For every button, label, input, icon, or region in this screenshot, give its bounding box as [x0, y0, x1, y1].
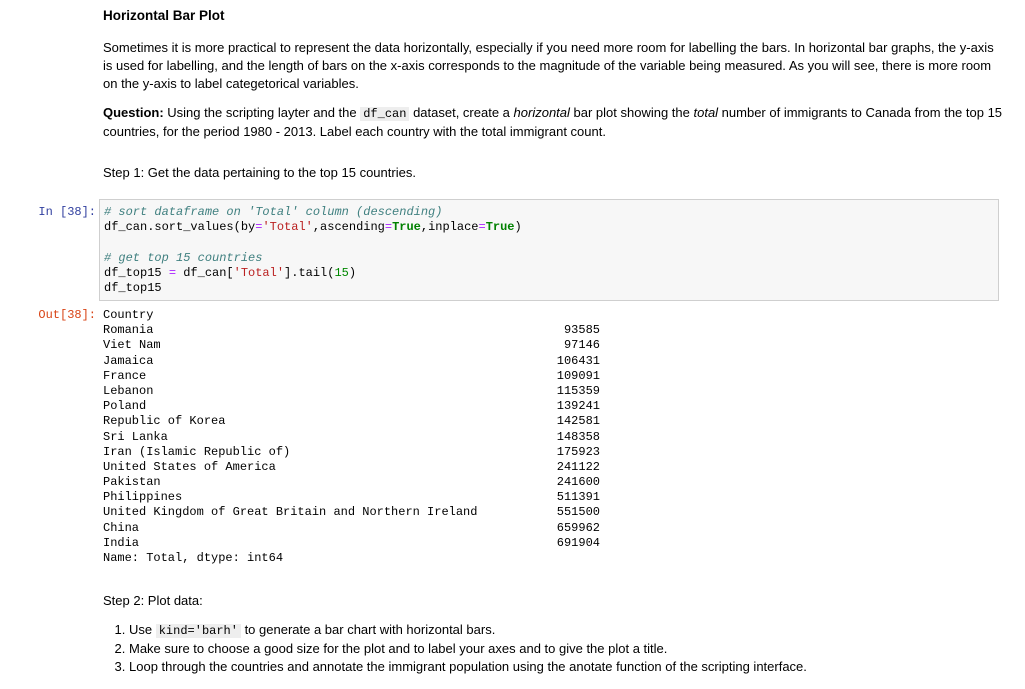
country-name: Viet Nam [103, 338, 161, 353]
step-text: Use [129, 622, 156, 637]
code-comment-sort: # sort dataframe on 'Total' column (desc… [104, 205, 443, 219]
output-rows: Romania 93585 Viet Nam 97146 Jamaica 106431 Fr… [103, 323, 623, 551]
code-tok: = [384, 220, 393, 235]
question-paragraph: Question: Using the scripting layter and… [103, 104, 1003, 141]
table-row: Iran (Islamic Republic of) 175923 [103, 445, 623, 460]
code-tok: 'Total' [233, 265, 285, 280]
code-tok: df_can[ [176, 265, 234, 280]
code-tok: True [485, 220, 515, 235]
country-name: Pakistan [103, 475, 161, 490]
code-tok: ].tail( [284, 265, 335, 280]
country-name: France [103, 368, 147, 383]
total-value: 109091 [556, 368, 600, 383]
inline-code-dfcan: df_can [360, 107, 410, 121]
table-row: Republic of Korea 142581 [103, 414, 623, 429]
total-value: 106431 [556, 353, 600, 368]
total-value: 97146 [563, 338, 600, 353]
step-text: to generate a bar chart with horizontal … [240, 622, 496, 637]
country-name: China [103, 520, 140, 535]
section-heading: Horizontal Bar Plot [103, 8, 225, 23]
code-tok: True [392, 220, 421, 235]
code-tok: 'Total' [262, 220, 313, 235]
table-row: Pakistan 241600 [103, 475, 623, 490]
input-prompt: In [38]: [38, 205, 96, 219]
country-name: Sri Lanka [103, 429, 168, 444]
inline-code-barh: kind='barh' [155, 624, 241, 638]
code-tok: ) [514, 220, 522, 235]
total-value: 148358 [556, 429, 600, 444]
total-value: 175923 [556, 444, 600, 459]
country-name: Romania [103, 323, 154, 338]
country-name: United Kingdom of Great Britain and Nort… [103, 505, 478, 520]
code-tok: = [478, 220, 486, 235]
code-tok: = [168, 265, 177, 280]
code-cell-editor[interactable]: # sort dataframe on 'Total' column (desc… [99, 199, 999, 301]
code-tok: df_top15 [104, 265, 169, 280]
total-value: 659962 [556, 520, 600, 535]
code-tok: df_top15 [104, 281, 162, 296]
output-prompt: Out[38]: [38, 308, 96, 322]
country-name: Lebanon [103, 383, 154, 398]
country-name: Republic of Korea [103, 414, 226, 429]
country-name: Philippines [103, 490, 183, 505]
total-value: 241122 [556, 459, 600, 474]
code-tok: df_can.sort_values(by [104, 220, 256, 235]
intro-paragraph: Sometimes it is more practical to repres… [103, 40, 994, 91]
total-value: 511391 [556, 490, 600, 505]
question-text-a: Using the scripting layter and the [163, 105, 361, 120]
total-value: 551500 [556, 505, 600, 520]
steps-list: Use kind='barh' to generate a bar chart … [103, 621, 1003, 676]
table-row: United States of America 241122 [103, 460, 623, 475]
table-row: China 659962 [103, 521, 623, 536]
table-row: Romania 93585 [103, 323, 623, 338]
list-item: Use kind='barh' to generate a bar chart … [129, 621, 1003, 640]
step1-text: Step 1: Get the data pertaining to the t… [103, 165, 416, 180]
output-header-label: Country [103, 308, 154, 322]
table-row: Sri Lanka 148358 [103, 430, 623, 445]
total-value: 115359 [556, 383, 600, 398]
table-row: Philippines 511391 [103, 490, 623, 505]
output-footer-label: Name: Total, dtype: int64 [103, 551, 284, 565]
step2-text: Step 2: Plot data: [103, 593, 203, 608]
table-row: Poland 139241 [103, 399, 623, 414]
list-item: Loop through the countries and annotate … [129, 658, 1003, 676]
table-row: United Kingdom of Great Britain and Nort… [103, 505, 623, 520]
total-value: 139241 [556, 399, 600, 414]
country-name: Iran (Islamic Republic of) [103, 444, 291, 459]
total-value: 142581 [556, 414, 600, 429]
code-tok: ,inplace [420, 220, 479, 235]
code-tok: 15 [334, 265, 349, 280]
list-item: Make sure to choose a good size for the … [129, 640, 1003, 658]
code-comment-top15: # get top 15 countries [104, 250, 263, 265]
country-name: India [103, 535, 140, 550]
output-footer: Name: Total, dtype: int64 [103, 551, 623, 566]
table-row: France 109091 [103, 369, 623, 384]
country-name: Poland [103, 399, 147, 414]
table-row: Lebanon 115359 [103, 384, 623, 399]
question-em-horizontal: horizontal [513, 105, 570, 120]
table-row: Jamaica 106431 [103, 354, 623, 369]
question-text-b: dataset, create a [409, 105, 514, 120]
country-name: Jamaica [103, 353, 154, 368]
country-name: United States of America [103, 459, 276, 474]
output-header: Country [103, 308, 623, 323]
table-row: Viet Nam 97146 [103, 338, 623, 353]
table-row: India 691904 [103, 536, 623, 551]
question-em-total: total [693, 105, 719, 120]
total-value: 241600 [556, 475, 600, 490]
question-label: Question: [103, 105, 164, 120]
total-value: 93585 [563, 323, 600, 338]
question-text-c: bar plot showing the [569, 105, 694, 120]
total-value: 691904 [556, 535, 600, 550]
output-area: Country Romania 93585 Viet Nam 97146 Jamaica… [103, 308, 623, 566]
code-tok: ,ascending [312, 220, 385, 235]
code-tok: ) [348, 265, 357, 280]
